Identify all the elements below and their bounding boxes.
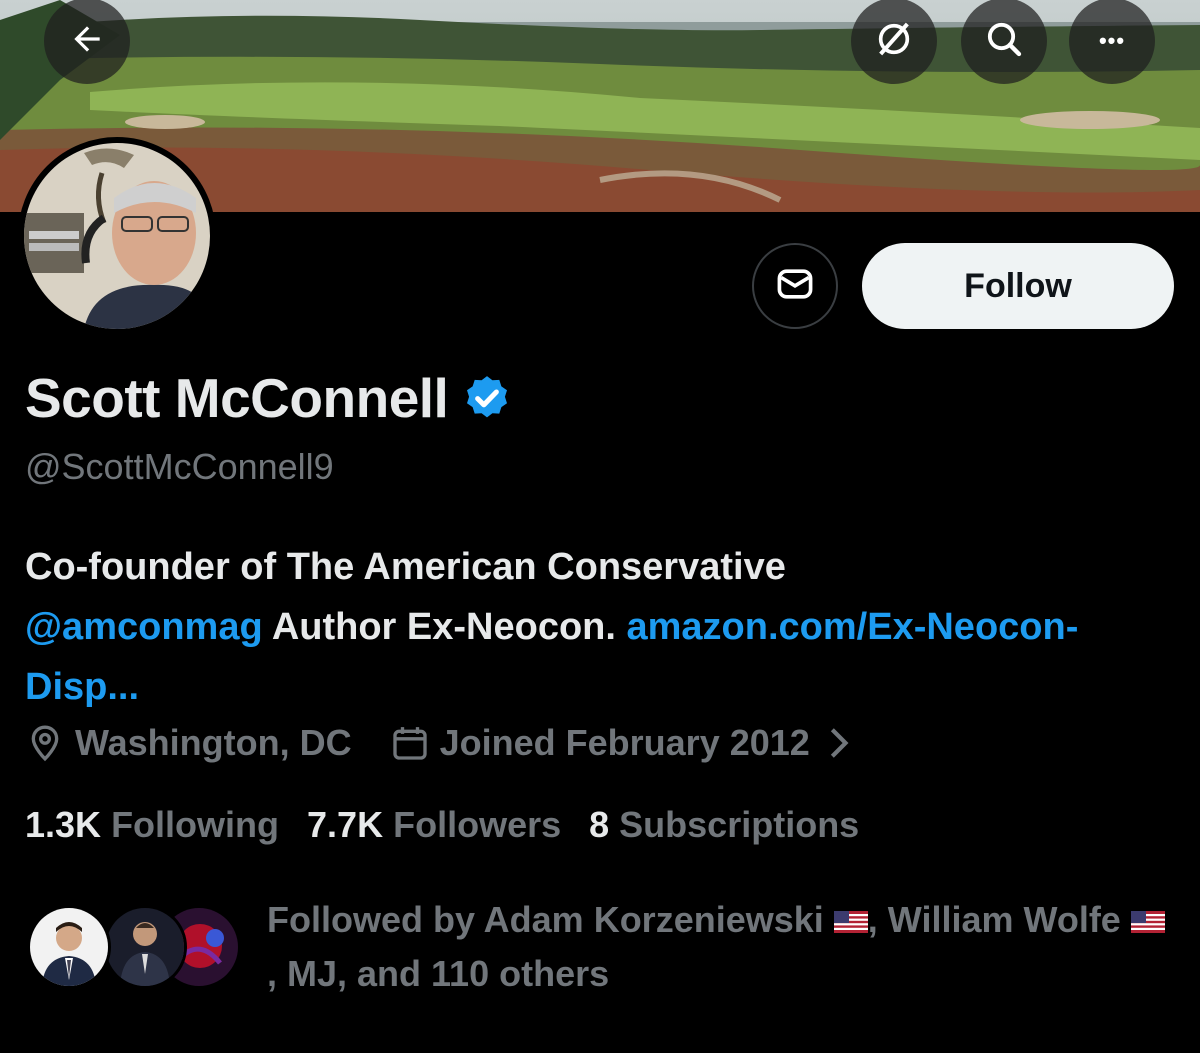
search-icon — [984, 19, 1024, 64]
us-flag-icon — [833, 894, 868, 933]
profile-meta: Washington, DC Joined February 2012 — [25, 722, 852, 764]
calendar-icon — [390, 723, 430, 763]
bio-mention-link[interactable]: @amconmag — [25, 606, 263, 648]
chevron-right-icon — [824, 726, 852, 760]
followed-by-prefix: Followed by — [267, 899, 484, 940]
followed-by-name-1: Adam Korzeniewski — [483, 899, 824, 940]
joined-item[interactable]: Joined February 2012 — [390, 722, 852, 764]
joined-text: Joined February 2012 — [439, 722, 810, 763]
profile-name: Scott McConnell — [25, 366, 512, 430]
location-item: Washington, DC — [25, 722, 352, 764]
followers-label: Followers — [393, 804, 562, 845]
grok-button[interactable] — [851, 0, 937, 84]
follow-button[interactable]: Follow — [862, 243, 1174, 329]
subscriptions-stat[interactable]: 8 Subscriptions — [589, 804, 859, 846]
message-button[interactable] — [752, 243, 838, 329]
back-button[interactable] — [44, 0, 130, 84]
grok-icon — [874, 19, 914, 64]
us-flag-icon — [1130, 894, 1165, 933]
subscriptions-count: 8 — [589, 804, 610, 845]
followers-stat[interactable]: 7.7K Followers — [307, 804, 561, 846]
arrow-left-icon — [68, 20, 106, 63]
profile-handle: @ScottMcConnell9 — [25, 446, 334, 487]
avatar[interactable] — [18, 137, 216, 335]
follower-avatar[interactable] — [27, 905, 111, 989]
subscriptions-label: Subscriptions — [619, 804, 860, 845]
followers-count: 7.7K — [307, 804, 384, 845]
followed-by-sep: , — [867, 899, 888, 940]
following-stat[interactable]: 1.3K Following — [25, 804, 279, 846]
profile-bio: Co-founder of The American Conservative … — [25, 537, 1175, 717]
followed-by-text[interactable]: Followed by Adam Korzeniewski, William W… — [267, 893, 1167, 1001]
more-horizontal-icon: ••• — [1098, 28, 1126, 53]
followed-by-suffix: , MJ, and 110 others — [267, 953, 610, 994]
bio-text-1: Co-founder of The American Conservative — [25, 546, 786, 588]
following-count: 1.3K — [25, 804, 102, 845]
following-label: Following — [111, 804, 280, 845]
more-button[interactable]: ••• — [1069, 0, 1155, 84]
profile-name-text: Scott McConnell — [25, 367, 449, 429]
location-pin-icon — [25, 723, 65, 763]
search-button[interactable] — [961, 0, 1047, 84]
location-text: Washington, DC — [75, 722, 352, 763]
followed-by-name-2: William Wolfe — [887, 899, 1121, 940]
follower-avatar[interactable] — [103, 905, 187, 989]
bio-text-2: Author Ex-Neocon. — [262, 606, 627, 648]
profile-stats: 1.3K Following 7.7K Followers 8 Subscrip… — [25, 804, 887, 846]
verified-badge-icon — [462, 373, 512, 423]
envelope-icon — [773, 262, 817, 311]
